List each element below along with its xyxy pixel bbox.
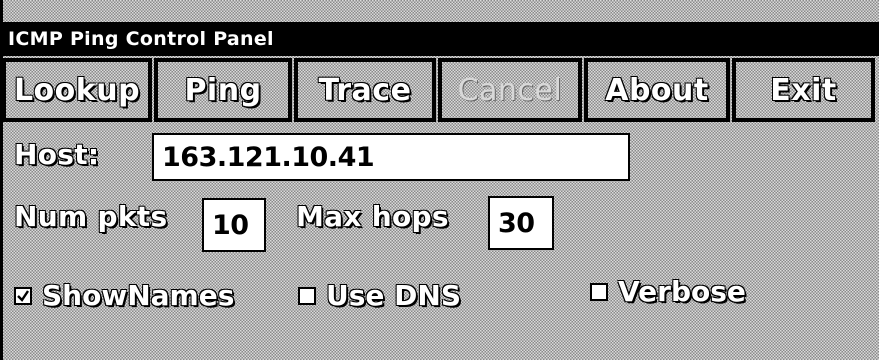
trace-button[interactable]: Trace xyxy=(294,58,436,122)
toolbar: Lookup Ping Trace Cancel About Exit xyxy=(2,58,879,124)
verbose-checkbox[interactable]: Verbose xyxy=(590,275,746,308)
num-pkts-label: Num pkts xyxy=(14,200,168,233)
window-titlebar[interactable]: ICMP Ping Control Panel xyxy=(0,22,879,56)
host-input-value: 163.121.10.41 xyxy=(162,141,375,173)
about-button[interactable]: About xyxy=(584,58,730,122)
lookup-button[interactable]: Lookup xyxy=(2,58,152,122)
use-dns-check-box[interactable] xyxy=(298,286,316,305)
about-button-label: About xyxy=(605,72,709,108)
checkmark-icon xyxy=(17,289,29,302)
num-pkts-value: 10 xyxy=(212,209,249,241)
lookup-button-label: Lookup xyxy=(13,72,141,108)
verbose-check-box[interactable] xyxy=(590,282,608,301)
exit-button[interactable]: Exit xyxy=(732,58,875,122)
host-label: Host: xyxy=(14,138,100,171)
cancel-button[interactable]: Cancel xyxy=(438,58,582,122)
cancel-button-label: Cancel xyxy=(457,72,563,108)
show-names-check-box[interactable] xyxy=(14,286,32,305)
host-input[interactable]: 163.121.10.41 xyxy=(152,133,630,181)
show-names-checkbox[interactable]: ShowNames xyxy=(14,279,234,312)
window-title: ICMP Ping Control Panel xyxy=(8,28,274,50)
exit-button-label: Exit xyxy=(770,72,837,108)
use-dns-label: Use DNS xyxy=(326,279,461,312)
use-dns-checkbox[interactable]: Use DNS xyxy=(298,279,461,312)
num-pkts-input[interactable]: 10 xyxy=(202,198,266,252)
max-hops-input[interactable]: 30 xyxy=(488,196,554,250)
trace-button-label: Trace xyxy=(318,72,412,108)
ping-button[interactable]: Ping xyxy=(154,58,292,122)
max-hops-value: 30 xyxy=(498,207,535,239)
verbose-label: Verbose xyxy=(618,275,746,308)
max-hops-label: Max hops xyxy=(296,200,449,233)
show-names-label: ShowNames xyxy=(42,279,235,312)
ping-button-label: Ping xyxy=(184,72,262,108)
